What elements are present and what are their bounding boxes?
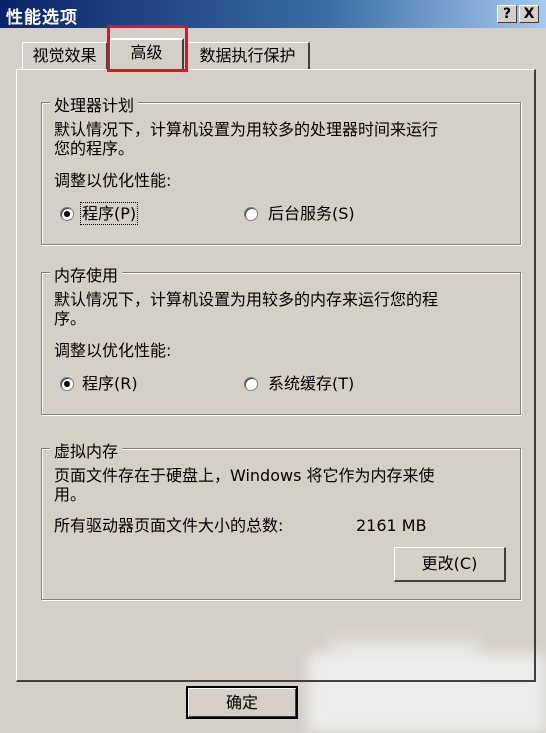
memory-usage-title: 内存使用 bbox=[50, 262, 123, 286]
title-bar: 性能选项 ? X bbox=[0, 0, 546, 28]
tab-panel-advanced: 处理器计划 默认情况下，计算机设置为用较多的处理器时间来运行 您的程序。 调整以… bbox=[16, 69, 536, 682]
memory-adjust-label: 调整以优化性能: bbox=[54, 341, 172, 360]
window-title: 性能选项 bbox=[6, 8, 78, 28]
memory-description-line2: 序。 bbox=[54, 309, 87, 328]
radio-selected-dot bbox=[64, 381, 70, 387]
ok-button[interactable]: 确定 bbox=[186, 686, 298, 719]
processor-background-radio[interactable] bbox=[244, 207, 258, 221]
processor-programs-label[interactable]: 程序(P) bbox=[79, 202, 139, 225]
memory-usage-group: 内存使用 默认情况下，计算机设置为用较多的内存来运行您的程 序。 调整以优化性能… bbox=[41, 262, 521, 415]
highlight-annotation bbox=[107, 25, 188, 72]
processor-scheduling-title: 处理器计划 bbox=[50, 92, 139, 116]
memory-system-cache-label[interactable]: 系统缓存(T) bbox=[268, 374, 354, 393]
paging-file-total-label: 所有驱动器页面文件大小的总数: bbox=[54, 516, 284, 535]
virtual-description-line2: 用。 bbox=[54, 485, 87, 504]
close-button[interactable]: X bbox=[519, 5, 539, 23]
memory-programs-label[interactable]: 程序(R) bbox=[82, 374, 138, 393]
tab-visual-effects[interactable]: 视觉效果 bbox=[22, 42, 108, 69]
memory-system-cache-radio[interactable] bbox=[244, 377, 258, 391]
processor-programs-radio[interactable] bbox=[60, 207, 74, 221]
processor-background-label[interactable]: 后台服务(S) bbox=[268, 204, 355, 223]
memory-description-line1: 默认情况下，计算机设置为用较多的内存来运行您的程 bbox=[54, 290, 439, 309]
performance-options-dialog: 性能选项 ? X 视觉效果 高级 数据执行保护 处理器计划 默认情况下，计算机设… bbox=[0, 0, 546, 733]
memory-programs-radio[interactable] bbox=[60, 377, 74, 391]
help-button[interactable]: ? bbox=[497, 5, 517, 23]
tab-data-execution-prevention[interactable]: 数据执行保护 bbox=[186, 42, 310, 69]
paging-file-total-value: 2161 MB bbox=[356, 516, 427, 535]
processor-scheduling-group: 处理器计划 默认情况下，计算机设置为用较多的处理器时间来运行 您的程序。 调整以… bbox=[41, 92, 521, 245]
change-virtual-memory-button[interactable]: 更改(C) bbox=[394, 547, 506, 582]
radio-selected-dot bbox=[64, 211, 70, 217]
processor-description-line1: 默认情况下，计算机设置为用较多的处理器时间来运行 bbox=[54, 120, 439, 139]
processor-adjust-label: 调整以优化性能: bbox=[54, 171, 172, 190]
virtual-memory-group: 虚拟内存 页面文件存在于硬盘上，Windows 将它作为内存来使 用。 所有驱动… bbox=[41, 438, 521, 600]
virtual-description-line1: 页面文件存在于硬盘上，Windows 将它作为内存来使 bbox=[54, 466, 435, 485]
virtual-memory-title: 虚拟内存 bbox=[50, 438, 123, 462]
processor-description-line2: 您的程序。 bbox=[54, 139, 135, 158]
